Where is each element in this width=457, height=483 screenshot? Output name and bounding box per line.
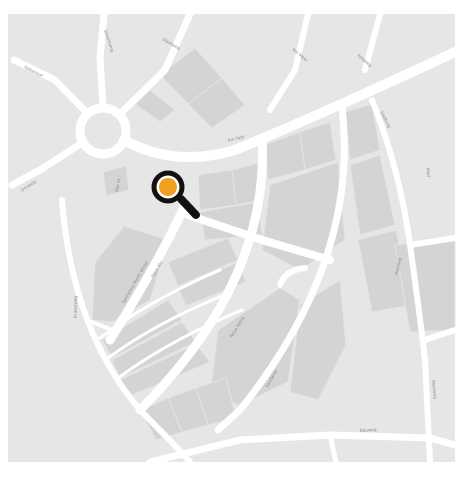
street-label: Finkenweg [73, 296, 78, 318]
block-band-1 [197, 169, 237, 211]
search-magnifier-icon [159, 178, 177, 196]
street-map[interactable]: Falkenhof Sprenkamp Stadtweg Am Meer Fel… [0, 0, 457, 483]
